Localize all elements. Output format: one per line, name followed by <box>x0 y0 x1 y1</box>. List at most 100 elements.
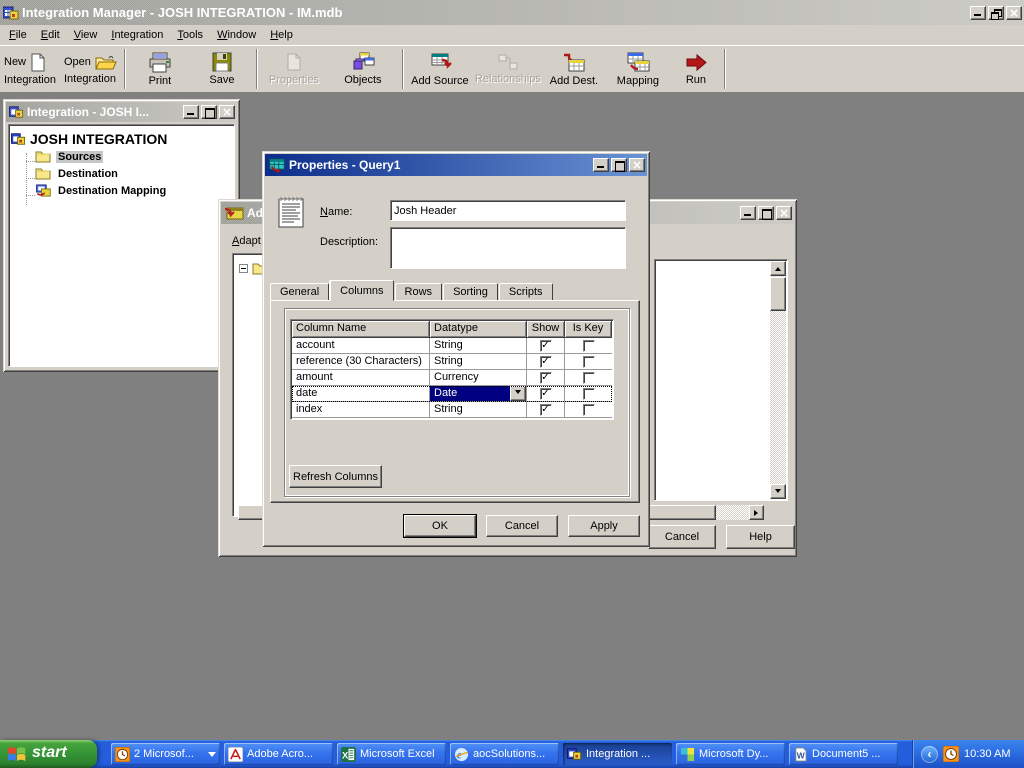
task-adobe-acrobat[interactable]: Adobe Acro... <box>224 743 333 765</box>
show-checkbox[interactable] <box>540 404 552 416</box>
header-show[interactable]: Show <box>527 321 565 338</box>
tab-rows[interactable]: Rows <box>395 283 443 301</box>
group-dropdown-arrow[interactable] <box>208 752 216 761</box>
close-button[interactable]: × <box>629 158 645 172</box>
cancel-button[interactable]: Cancel <box>486 515 558 537</box>
scroll-up-button[interactable] <box>770 261 786 276</box>
toolbar-separator <box>256 49 258 89</box>
minimize-button[interactable] <box>183 105 199 119</box>
add-dest-button[interactable]: Add Dest. <box>543 46 605 92</box>
cell-column-name[interactable]: account <box>292 338 430 354</box>
task-aocsolutions[interactable]: e aocSolutions... <box>450 743 559 765</box>
menu-file[interactable]: File <box>2 27 34 44</box>
is-key-checkbox[interactable] <box>583 356 595 368</box>
vertical-scrollbar[interactable] <box>770 261 786 499</box>
cancel-button[interactable]: Cancel <box>648 525 716 549</box>
refresh-columns-button[interactable]: Refresh Columns <box>289 465 382 488</box>
scroll-down-button[interactable] <box>770 484 786 499</box>
adapter-list[interactable] <box>654 259 788 501</box>
add-source-button[interactable]: Add Source <box>407 46 473 92</box>
show-checkbox[interactable] <box>540 340 552 352</box>
grid-header-row: Column Name Datatype Show Is Key <box>292 321 612 338</box>
cell-datatype[interactable]: Currency <box>430 370 527 386</box>
run-icon <box>684 53 708 72</box>
cell-column-name[interactable]: index <box>292 402 430 418</box>
header-is-key[interactable]: Is Key <box>565 321 612 338</box>
tree-root-josh-integration[interactable]: JOSH INTEGRATION <box>11 129 232 148</box>
minimize-button[interactable] <box>593 158 609 172</box>
tree-item-destination-mapping[interactable]: Destination Mapping <box>35 182 232 199</box>
tab-columns[interactable]: Columns <box>330 280 393 301</box>
is-key-checkbox[interactable] <box>583 372 595 384</box>
menu-window[interactable]: Window <box>210 27 263 44</box>
show-checkbox[interactable] <box>540 372 552 384</box>
close-button[interactable]: × <box>776 206 792 220</box>
relationships-button: Relationships <box>473 46 543 92</box>
toolbar-separator <box>402 49 404 89</box>
maximize-button[interactable] <box>611 158 627 172</box>
help-button[interactable]: Help <box>726 525 795 549</box>
cell-datatype[interactable]: String <box>430 338 527 354</box>
minimize-button[interactable] <box>740 206 756 220</box>
menu-view[interactable]: View <box>67 27 105 44</box>
cell-datatype[interactable]: String <box>430 402 527 418</box>
save-button[interactable]: Save <box>191 46 253 92</box>
main-window-titlebar[interactable]: Integration Manager - JOSH INTEGRATION -… <box>0 0 1024 25</box>
is-key-checkbox[interactable] <box>583 404 595 416</box>
tree-item-destination[interactable]: Destination <box>35 165 232 182</box>
ok-button[interactable]: OK <box>404 515 476 537</box>
task-microsoft-dynamics[interactable]: Microsoft Dy... <box>676 743 785 765</box>
tab-general[interactable]: General <box>270 283 329 301</box>
description-input[interactable] <box>390 227 626 269</box>
cell-column-name[interactable]: reference (30 Characters) <box>292 354 430 370</box>
run-button[interactable]: Run <box>671 46 721 92</box>
task-microsoft-excel[interactable]: X Microsoft Excel <box>337 743 446 765</box>
header-datatype[interactable]: Datatype <box>430 321 527 338</box>
name-input[interactable] <box>390 200 626 221</box>
integration-window-titlebar[interactable]: Integration - JOSH I... × <box>6 102 237 122</box>
open-integration-button[interactable]: Open Integration <box>60 46 121 92</box>
maximize-button[interactable] <box>758 206 774 220</box>
tab-sorting[interactable]: Sorting <box>443 283 498 301</box>
menu-tools[interactable]: Tools <box>170 27 210 44</box>
tab-scripts[interactable]: Scripts <box>499 283 553 301</box>
apply-button[interactable]: Apply <box>568 515 640 537</box>
mapping-icon <box>625 52 651 73</box>
menu-integration[interactable]: Integration <box>104 27 170 44</box>
new-integration-button[interactable]: New Integration <box>0 46 60 92</box>
properties-dialog-title: Properties - Query1 <box>289 158 590 172</box>
close-button[interactable]: × <box>219 105 235 119</box>
close-button[interactable]: × <box>1006 6 1022 20</box>
maximize-button[interactable] <box>201 105 217 119</box>
minimize-button[interactable] <box>970 6 986 20</box>
task-microsoft-group[interactable]: 2 Microsof... <box>111 743 220 765</box>
restore-button[interactable] <box>988 6 1004 20</box>
is-key-checkbox[interactable] <box>583 388 595 400</box>
start-button[interactable]: start <box>0 740 97 768</box>
cell-datatype[interactable]: String <box>430 354 527 370</box>
is-key-checkbox[interactable] <box>583 340 595 352</box>
cell-column-name[interactable]: date <box>292 386 430 402</box>
datatype-selected-value: Date <box>430 386 510 401</box>
show-checkbox[interactable] <box>540 356 552 368</box>
combobox-dropdown-button[interactable] <box>510 386 526 401</box>
header-column-name[interactable]: Column Name <box>292 321 430 338</box>
mapping-button[interactable]: Mapping <box>605 46 671 92</box>
properties-dialog-titlebar[interactable]: Properties - Query1 × <box>265 154 647 176</box>
tree-item-sources[interactable]: Sources <box>35 148 232 165</box>
menu-edit[interactable]: Edit <box>34 27 67 44</box>
tree-collapse-icon[interactable] <box>239 264 248 273</box>
task-document5-word[interactable]: W Document5 ... <box>789 743 898 765</box>
scroll-thumb[interactable] <box>770 277 786 311</box>
objects-button[interactable]: Objects <box>327 46 399 92</box>
excel-icon: X <box>341 747 356 762</box>
datatype-combobox[interactable]: Date <box>430 386 526 401</box>
hide-icons-chevron[interactable]: ‹ <box>921 746 938 763</box>
menu-help[interactable]: Help <box>263 27 300 44</box>
tray-clock-icon[interactable] <box>943 746 959 762</box>
cell-column-name[interactable]: amount <box>292 370 430 386</box>
show-checkbox[interactable] <box>540 388 552 400</box>
scroll-right-button[interactable] <box>749 505 764 520</box>
task-integration-manager[interactable]: Integration ... <box>563 743 672 765</box>
print-button[interactable]: Print <box>129 46 191 92</box>
